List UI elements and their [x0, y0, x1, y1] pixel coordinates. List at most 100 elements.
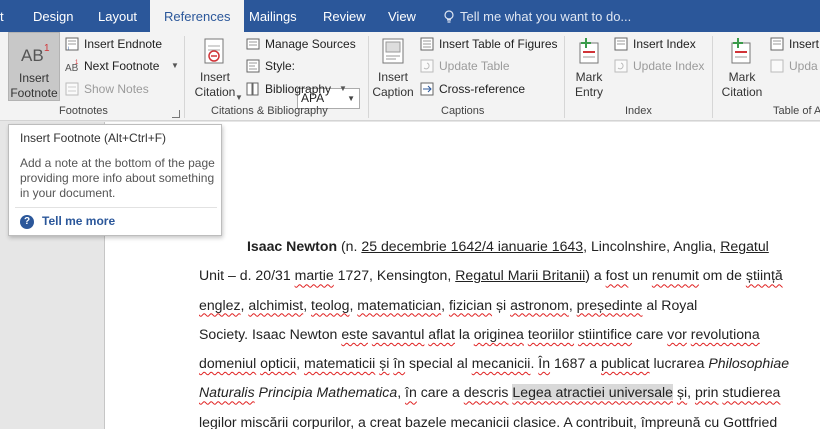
tooltip-title: Insert Footnote (Alt+Ctrl+F) — [20, 131, 167, 145]
text-run: domeniul — [199, 355, 257, 372]
mark-citation-button[interactable]: Mark Citation — [716, 32, 768, 102]
captions-group-title: Captions — [441, 105, 485, 117]
text-run: om de — [698, 267, 746, 284]
text-run: renumit — [651, 267, 699, 284]
insert-caption-label: Insert Caption — [372, 70, 414, 99]
text-run: în — [393, 355, 406, 372]
insert-footnote-button[interactable]: AB 1 Insert Footnote — [8, 32, 60, 101]
insert-index-label: Insert Index — [633, 37, 696, 51]
mark-entry-button[interactable]: Mark Entry — [568, 32, 610, 102]
next-footnote-label: Next Footnote — [84, 59, 160, 73]
footnote-icon: AB 1 — [21, 43, 50, 65]
text-run: cu Gottfried — [700, 413, 778, 429]
text-run: Regatul — [720, 238, 769, 254]
text-run: și — [676, 384, 688, 401]
chevron-down-icon: ▼ — [171, 61, 179, 70]
text-run: revolutiona — [690, 325, 760, 342]
text-run: fizician — [448, 296, 493, 313]
chevron-down-icon: ▼ — [339, 84, 347, 93]
text-run: Principia Mathematica — [254, 384, 398, 401]
chevron-down-icon: ▼ — [235, 93, 243, 102]
text-run: este — [341, 325, 368, 342]
text-run: savantul — [371, 325, 425, 342]
text-run: legilor — [199, 413, 237, 429]
text-run: mecanicii — [471, 355, 531, 372]
group-divider — [184, 36, 185, 118]
cross-reference-icon — [420, 82, 434, 96]
text-run: lucrarea — [649, 355, 709, 372]
text-run: alchimist — [248, 296, 304, 313]
tooltip-divider — [15, 207, 217, 208]
group-divider — [564, 36, 565, 118]
insert-caption-button[interactable]: Insert Caption — [370, 32, 416, 102]
update-index-label: Update Index — [633, 59, 705, 73]
tell-me-more-label: Tell me more — [42, 214, 116, 228]
tell-me-placeholder: Tell me what you want to do... — [460, 9, 632, 24]
help-icon: ? — [20, 215, 34, 229]
tab-partial-left[interactable]: t — [0, 0, 4, 32]
text-run: știință — [745, 267, 783, 284]
text-run: originea — [473, 325, 524, 342]
text-run: , — [441, 296, 449, 313]
text-run: , a — [350, 413, 370, 429]
tab-review[interactable]: Review — [323, 0, 366, 32]
text-run: , — [633, 413, 641, 429]
text-run: miscării — [240, 413, 289, 429]
text-run: , Lincolnshire, Anglia, — [583, 238, 721, 254]
text-run: 25 decembrie 1642/4 ianuarie 1643 — [361, 238, 584, 254]
mark-citation-label: Mark Citation — [721, 70, 763, 99]
document-line: legilor miscării corpurilor, a creat baz… — [199, 412, 819, 429]
text-run: și — [492, 296, 511, 313]
document-line: Isaac Newton (n. 25 decembrie 1642/4 ian… — [199, 236, 819, 265]
style-label: Style: — [265, 59, 296, 73]
tab-view[interactable]: View — [388, 0, 416, 32]
document-paragraph[interactable]: Isaac Newton (n. 25 decembrie 1642/4 ian… — [199, 236, 819, 429]
text-run: împreună — [640, 413, 701, 429]
text-run: 1727, Kensington, — [333, 267, 456, 284]
text-run: aflat — [428, 325, 455, 342]
document-line: Unit – d. 20/31 martie 1727, Kensington,… — [199, 265, 819, 294]
text-run: Regatul Marii Britanii — [455, 267, 586, 284]
document-line: englez, alchimist, teolog, matematician,… — [199, 295, 819, 324]
text-run: studierea — [722, 384, 781, 401]
insert-index-icon — [614, 37, 628, 51]
insert-footnote-tooltip: Insert Footnote (Alt+Ctrl+F) Add a note … — [8, 124, 222, 236]
text-run: stiintifice — [577, 325, 633, 342]
text-run: opticii — [260, 355, 297, 372]
text-run: fost — [605, 267, 629, 284]
tab-mailings[interactable]: Mailings — [249, 0, 297, 32]
mark-citation-icon — [731, 38, 751, 64]
text-run: astronom — [510, 296, 569, 313]
update-toa-icon — [770, 59, 784, 73]
update-toa-label: Upda — [789, 59, 818, 73]
tell-me-search[interactable]: Tell me what you want to do... — [443, 0, 631, 32]
text-run: Unit – d. 20/31 — [199, 267, 295, 284]
text-run: matematicii — [304, 355, 376, 372]
text-run: în — [405, 384, 417, 401]
update-table-label: Update Table — [439, 59, 510, 73]
tab-references[interactable]: References — [150, 0, 245, 33]
insert-citation-label: Insert Citation — [194, 70, 236, 99]
insert-citation-button[interactable]: Insert Citation ▼ — [188, 32, 243, 102]
references-ribbon: AB 1 Insert Footnote i Insert Endnote AB… — [0, 32, 820, 121]
mark-entry-icon — [579, 38, 599, 64]
manage-sources-label: Manage Sources — [265, 37, 356, 51]
tab-layout[interactable]: Layout — [98, 0, 137, 32]
text-run: un — [628, 267, 652, 284]
text-run: publicat — [601, 355, 650, 372]
text-run: matematician — [357, 296, 442, 313]
document-line: domeniul opticii, matematicii și în spec… — [199, 353, 819, 382]
caption-icon — [382, 38, 404, 64]
svg-text:AB: AB — [21, 46, 44, 65]
text-run: Naturalis — [199, 384, 255, 401]
style-icon — [246, 59, 260, 73]
text-run: vor — [667, 325, 687, 342]
document-line: Society. Isaac Newton este savantul afla… — [199, 324, 819, 353]
text-run: (n. — [337, 238, 362, 254]
text-run: teolog — [311, 296, 350, 313]
insert-toa-label: Insert — [789, 37, 820, 51]
text-run: care a — [416, 384, 464, 401]
tab-design[interactable]: Design — [33, 0, 73, 32]
text-run: prin — [694, 384, 719, 401]
dialog-launcher-icon[interactable] — [172, 110, 180, 118]
